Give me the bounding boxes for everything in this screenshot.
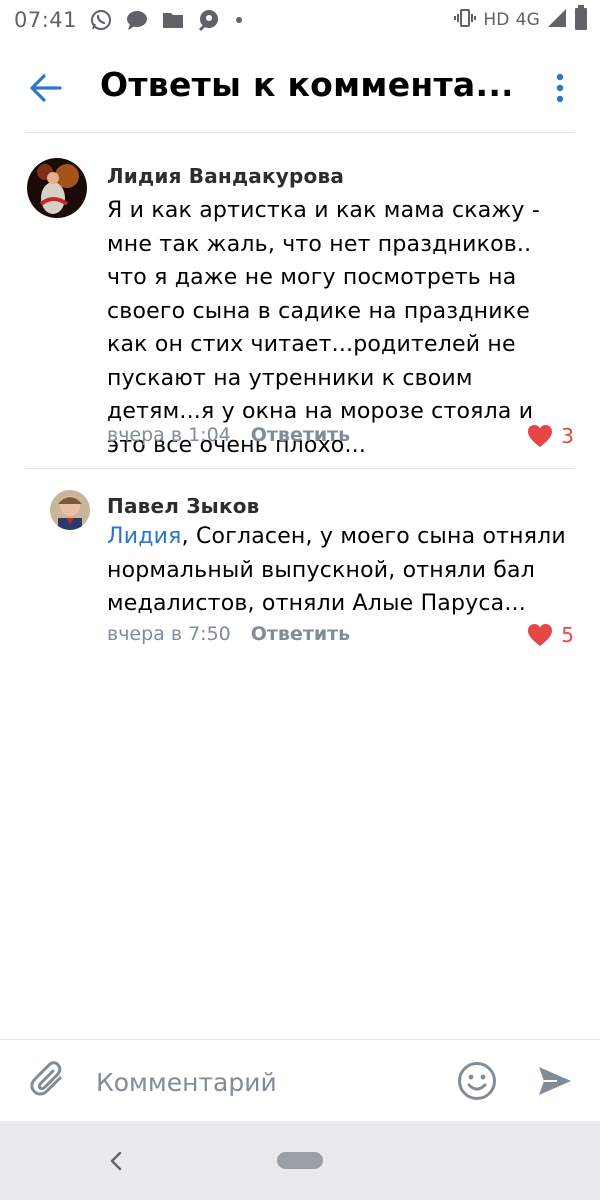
whatsapp-icon xyxy=(88,7,114,33)
avatar[interactable] xyxy=(27,158,87,218)
more-vertical-icon xyxy=(556,73,564,103)
podcast-icon xyxy=(196,7,222,33)
app-header: Ответы к коммента... xyxy=(0,40,600,132)
arrow-left-icon xyxy=(30,74,62,102)
system-nav-bar xyxy=(0,1121,600,1200)
emoji-button[interactable] xyxy=(454,1058,500,1104)
nav-back-button[interactable] xyxy=(100,1143,132,1179)
smile-icon xyxy=(458,1062,496,1100)
like-button[interactable]: 3 xyxy=(527,424,574,448)
comment-item: Павел Зыков Лидия, Согласен, у моего сын… xyxy=(0,476,600,656)
like-count: 3 xyxy=(561,424,574,448)
dot-icon xyxy=(236,17,242,23)
signal-label: 4G xyxy=(515,10,540,30)
heart-icon xyxy=(528,425,553,447)
comment-author[interactable]: Лидия Вандакурова xyxy=(107,164,344,188)
mention-link[interactable]: Лидия xyxy=(107,524,182,549)
comment-composer xyxy=(0,1039,600,1121)
comment-meta: вчера в 1:04 Ответить xyxy=(107,424,350,446)
battery-icon xyxy=(574,5,588,35)
more-options-button[interactable] xyxy=(540,64,580,112)
header-divider xyxy=(26,132,574,133)
nav-home-button[interactable] xyxy=(277,1152,323,1169)
back-button[interactable] xyxy=(22,64,70,112)
network-label: HD xyxy=(483,10,510,30)
comment-input[interactable] xyxy=(96,1062,426,1102)
comment-text: Я и как артистка и как мама скажу - мне … xyxy=(107,198,540,458)
status-time: 07:41 xyxy=(14,8,78,32)
avatar[interactable] xyxy=(50,490,90,530)
status-bar: 07:41 HD 4G xyxy=(0,0,600,40)
signal-icon xyxy=(546,7,568,33)
comment-time: вчера в 1:04 xyxy=(107,424,231,446)
message-icon xyxy=(124,7,150,33)
comment-divider xyxy=(26,468,574,469)
system-indicators: HD 4G xyxy=(453,5,588,35)
chevron-left-icon xyxy=(110,1151,122,1171)
like-button[interactable]: 5 xyxy=(527,623,574,647)
reply-button[interactable]: Ответить xyxy=(251,424,350,446)
vibrate-icon xyxy=(453,6,477,34)
comment-text: Лидия, Согласен, у моего сына отняли нор… xyxy=(107,520,572,621)
attach-button[interactable] xyxy=(26,1058,70,1102)
paperclip-icon xyxy=(30,1061,62,1096)
comment-meta: вчера в 7:50 Ответить xyxy=(107,623,350,645)
reply-button[interactable]: Ответить xyxy=(251,623,350,645)
send-button[interactable] xyxy=(532,1058,578,1104)
like-count: 5 xyxy=(561,623,574,647)
folder-icon xyxy=(160,7,186,33)
comment-time: вчера в 7:50 xyxy=(107,623,231,645)
comment-item: Лидия Вандакурова Я и как артистка и как… xyxy=(0,140,600,460)
comment-author[interactable]: Павел Зыков xyxy=(107,494,260,518)
heart-icon xyxy=(528,624,553,646)
page-title: Ответы к коммента... xyxy=(100,65,510,104)
send-icon xyxy=(539,1067,571,1095)
notification-icons xyxy=(88,7,242,33)
